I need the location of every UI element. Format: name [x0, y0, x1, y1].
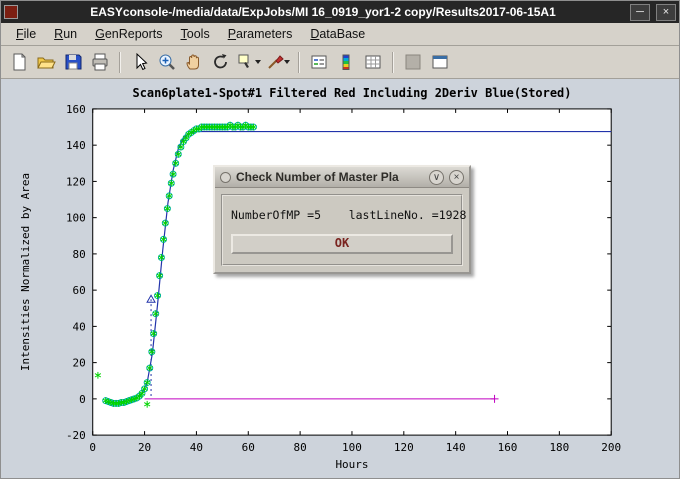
svg-text:Scan6plate1-Spot#1 Filtered Re: Scan6plate1-Spot#1 Filtered Red Includin…	[133, 86, 572, 100]
svg-text:80: 80	[73, 248, 86, 261]
svg-text:140: 140	[66, 139, 86, 152]
svg-text:20: 20	[73, 357, 86, 370]
svg-text:Intensities Normalized by Area: Intensities Normalized by Area	[19, 173, 32, 371]
menu-genreports[interactable]: GenReports	[86, 24, 171, 44]
svg-text:80: 80	[294, 441, 307, 454]
svg-text:140: 140	[446, 441, 466, 454]
svg-text:120: 120	[66, 175, 86, 188]
toolbar-separator	[392, 52, 394, 73]
dialog-menu-icon[interactable]	[220, 172, 231, 183]
app-icon	[4, 5, 18, 19]
save-floppy-icon	[63, 52, 83, 72]
svg-text:180: 180	[549, 441, 569, 454]
printer-icon	[90, 52, 110, 72]
menu-parameters[interactable]: Parameters	[219, 24, 302, 44]
window-titlebar[interactable]: EASYconsole-/media/data/ExpJobs/MI 16_09…	[1, 1, 679, 23]
dialog-collapse-button[interactable]: ∨	[429, 170, 444, 185]
minimize-button[interactable]: ─	[630, 4, 650, 21]
window-title: EASYconsole-/media/data/ExpJobs/MI 16_09…	[22, 5, 624, 19]
menubar: File Run GenReports Tools Parameters Dat…	[1, 23, 679, 46]
legend-icon	[309, 52, 329, 72]
dock-figure-button[interactable]	[427, 49, 453, 75]
pan-button[interactable]	[181, 49, 207, 75]
edit-plot-button[interactable]	[127, 49, 153, 75]
plot-tools-icon	[403, 52, 423, 72]
menu-tools[interactable]: Tools	[172, 24, 219, 44]
dialog-panel: NumberOfMP =5 lastLineNo. =1928 OK	[221, 194, 463, 266]
menu-database[interactable]: DataBase	[301, 24, 374, 44]
dialog-close-button[interactable]: ×	[449, 170, 464, 185]
svg-text:100: 100	[342, 441, 362, 454]
colorbar-icon	[336, 52, 356, 72]
brush-icon	[265, 52, 291, 72]
insert-legend-button[interactable]	[306, 49, 332, 75]
toolbar-separator	[298, 52, 300, 73]
insert-colorbar-button[interactable]	[333, 49, 359, 75]
grid-icon	[363, 52, 383, 72]
close-button[interactable]: ×	[656, 4, 676, 21]
toolbar	[1, 46, 679, 79]
ok-button[interactable]: OK	[231, 234, 453, 254]
svg-text:Hours: Hours	[335, 458, 368, 471]
pan-hand-icon	[184, 52, 204, 72]
show-grid-button[interactable]	[360, 49, 386, 75]
svg-text:100: 100	[66, 212, 86, 225]
svg-text:60: 60	[242, 441, 255, 454]
dialog-title: Check Number of Master Pla	[236, 170, 424, 184]
svg-text:120: 120	[394, 441, 414, 454]
svg-text:200: 200	[601, 441, 621, 454]
data-cursor-icon	[236, 52, 262, 72]
svg-text:0: 0	[89, 441, 96, 454]
app-window: EASYconsole-/media/data/ExpJobs/MI 16_09…	[0, 0, 680, 479]
zoom-in-button[interactable]	[154, 49, 180, 75]
brush-data-button[interactable]	[264, 49, 292, 75]
dialog-titlebar[interactable]: Check Number of Master Pla ∨ ×	[215, 167, 469, 188]
new-figure-button[interactable]	[6, 49, 32, 75]
figure-area: 020406080100120140160180200-200204060801…	[1, 79, 679, 478]
svg-text:-20: -20	[66, 429, 86, 442]
chart-canvas[interactable]: 020406080100120140160180200-200204060801…	[1, 79, 679, 478]
new-figure-icon	[9, 52, 29, 72]
open-folder-icon	[36, 52, 56, 72]
svg-text:160: 160	[66, 103, 86, 116]
open-file-button[interactable]	[33, 49, 59, 75]
check-master-plates-dialog: Check Number of Master Pla ∨ × NumberOfM…	[213, 165, 471, 274]
arrow-cursor-icon	[130, 52, 150, 72]
svg-text:0: 0	[79, 393, 86, 406]
save-figure-button[interactable]	[60, 49, 86, 75]
plot-tools-button[interactable]	[400, 49, 426, 75]
dock-window-icon	[430, 52, 450, 72]
data-cursor-button[interactable]	[235, 49, 263, 75]
svg-text:60: 60	[73, 284, 86, 297]
zoom-in-icon	[157, 52, 177, 72]
rotate-3d-button[interactable]	[208, 49, 234, 75]
svg-text:40: 40	[190, 441, 203, 454]
svg-text:160: 160	[498, 441, 518, 454]
dialog-message: NumberOfMP =5 lastLineNo. =1928	[231, 208, 453, 222]
svg-text:20: 20	[138, 441, 151, 454]
toolbar-separator	[119, 52, 121, 73]
menu-run[interactable]: Run	[45, 24, 86, 44]
svg-text:40: 40	[73, 320, 86, 333]
print-figure-button[interactable]	[87, 49, 113, 75]
rotate-arrow-icon	[211, 52, 231, 72]
menu-file[interactable]: File	[7, 24, 45, 44]
